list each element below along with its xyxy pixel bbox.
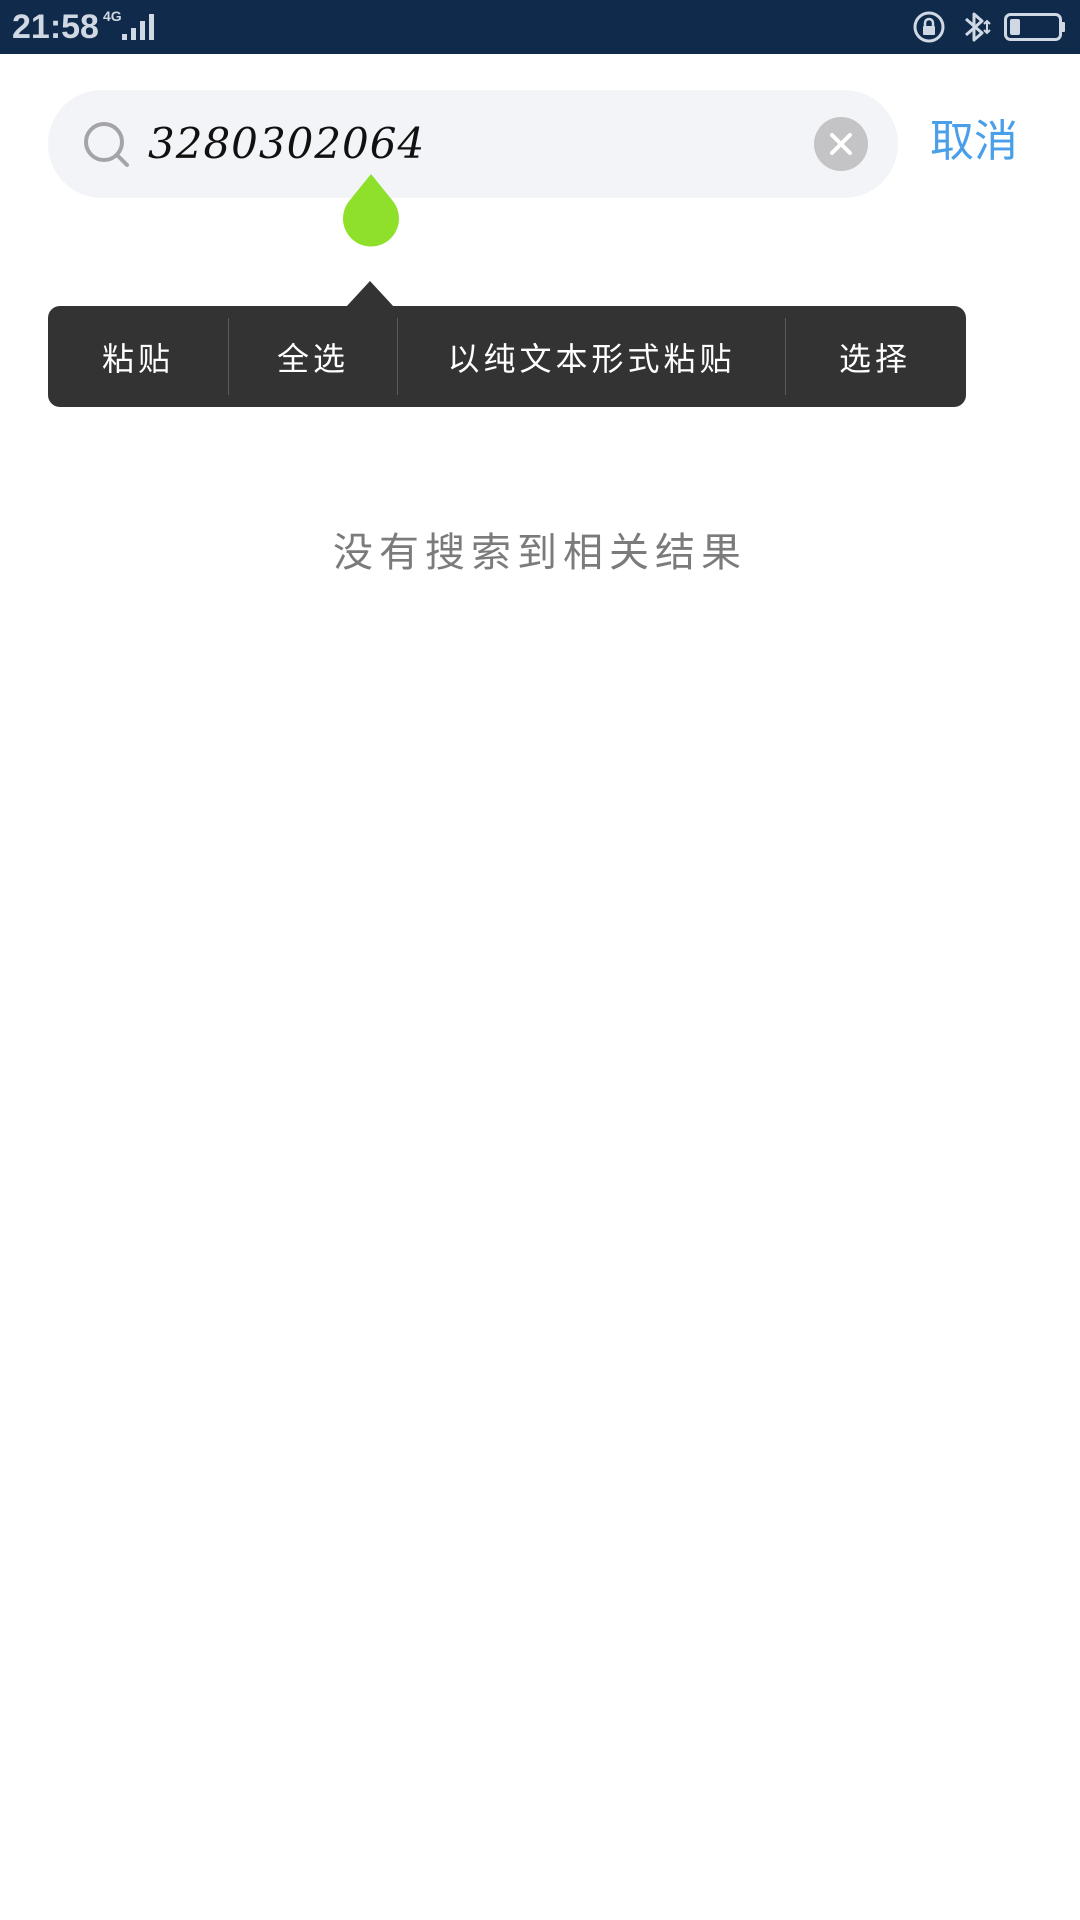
- menu-item-paste[interactable]: 粘贴: [48, 306, 228, 407]
- status-bar: 21:58 4G: [0, 0, 1080, 54]
- menu-item-paste-as-plain-text[interactable]: 以纯文本形式粘贴: [398, 306, 785, 407]
- lock-rotation-icon: [913, 11, 945, 43]
- text-cursor-handle[interactable]: [340, 172, 402, 248]
- search-icon: [84, 122, 129, 167]
- search-screen: 21:58 4G 3280302064 取消 粘贴 全选 以纯文本形式粘贴 选择…: [0, 0, 1080, 1920]
- battery-icon: [1004, 13, 1065, 41]
- context-menu-pointer: [346, 281, 394, 307]
- text-context-menu: 粘贴 全选 以纯文本形式粘贴 选择: [48, 306, 966, 407]
- search-box[interactable]: [48, 90, 898, 198]
- network-type-label: 4G: [103, 8, 122, 24]
- no-results-message: 没有搜索到相关结果: [333, 530, 747, 576]
- menu-item-select[interactable]: 选择: [786, 306, 964, 407]
- bluetooth-icon: [965, 12, 991, 42]
- menu-item-select-all[interactable]: 全选: [229, 306, 397, 407]
- signal-icon: [122, 14, 154, 40]
- clear-search-button[interactable]: [814, 117, 868, 171]
- search-input[interactable]: [148, 110, 748, 176]
- close-icon: [830, 133, 852, 155]
- status-time: 21:58: [12, 8, 99, 46]
- cancel-button[interactable]: 取消: [930, 110, 1040, 174]
